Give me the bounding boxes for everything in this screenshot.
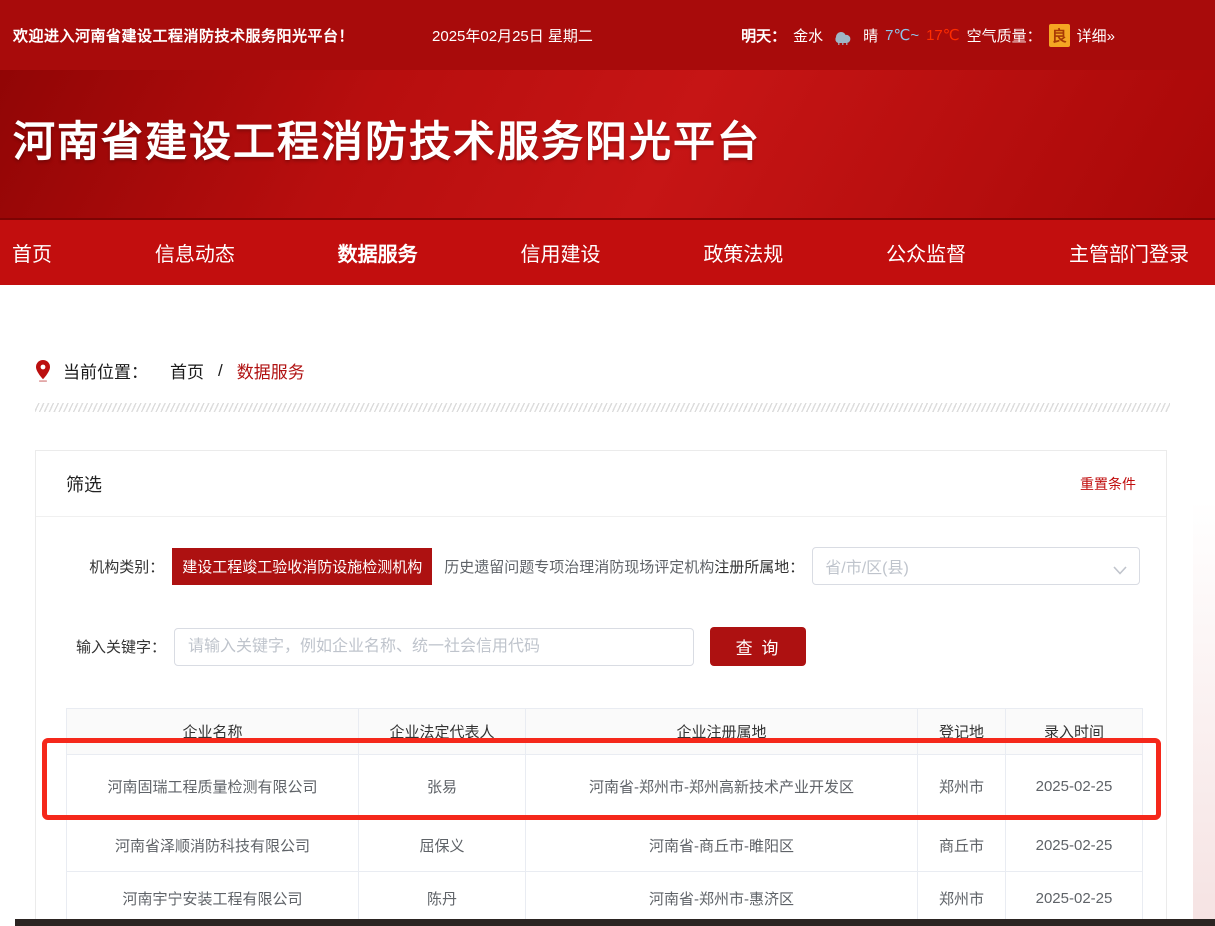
cell-legal-rep: 陈丹 xyxy=(359,872,526,925)
nav-item-news[interactable]: 信息动态 xyxy=(155,238,235,267)
slash-pattern-divider xyxy=(35,403,1170,412)
category-label: 机构类别： xyxy=(36,556,164,577)
nav-item-home[interactable]: 首页 xyxy=(12,238,52,267)
region-select-placeholder: 省/市/区(县) xyxy=(825,554,909,578)
cell-entry-date: 2025-02-25 xyxy=(1006,755,1143,819)
site-banner: 河南省建设工程消防技术服务阳光平台 xyxy=(0,70,1215,218)
keyword-label: 输入关键字： xyxy=(36,636,166,657)
cell-registered-location: 河南省-郑州市-郑州高新技术产业开发区 xyxy=(526,755,918,819)
air-quality-label: 空气质量： xyxy=(967,25,1042,46)
right-edge-gradient xyxy=(1193,500,1215,919)
nav-item-data-service[interactable]: 数据服务 xyxy=(338,238,418,267)
category-filter-row: 机构类别： 建设工程竣工验收消防设施检测机构 历史遗留问题专项治理消防现场评定机… xyxy=(36,547,1168,585)
weather-tomorrow-label: 明天： xyxy=(741,25,786,46)
cell-registry-city: 商丘市 xyxy=(918,819,1006,872)
cell-company-name: 河南固瑞工程质量检测有限公司 xyxy=(67,755,359,819)
chevron-down-icon xyxy=(1113,562,1127,571)
cell-entry-date: 2025-02-25 xyxy=(1006,819,1143,872)
weather-temp-high: 17℃ xyxy=(926,26,960,44)
cell-registered-location: 河南省-郑州市-惠济区 xyxy=(526,872,918,925)
weather-city: 金水 xyxy=(793,25,823,46)
main-nav: 首页 信息动态 数据服务 信用建设 政策法规 公众监督 主管部门登录 xyxy=(0,218,1215,285)
col-header-registry-city: 登记地 xyxy=(918,709,1006,755)
reset-filters-link[interactable]: 重置条件 xyxy=(1080,474,1136,494)
footer-top-edge xyxy=(15,919,1215,926)
weather-detail-link[interactable]: 详细» xyxy=(1077,25,1115,46)
nav-item-authority-login[interactable]: 主管部门登录 xyxy=(1069,238,1189,267)
filter-panel-header: 筛选 重置条件 xyxy=(36,451,1166,517)
region-label: 注册所属地： xyxy=(714,556,804,577)
top-info-bar: 欢迎进入河南省建设工程消防技术服务阳光平台！ 2025年02月25日 星期二 明… xyxy=(0,0,1215,70)
cell-company-name: 河南省泽顺消防科技有限公司 xyxy=(67,819,359,872)
weather-condition: 晴 xyxy=(863,25,878,46)
location-pin-icon xyxy=(35,360,51,382)
air-quality-badge: 良 xyxy=(1049,24,1070,47)
cell-legal-rep: 张易 xyxy=(359,755,526,819)
weather-temp-low: 7℃~ xyxy=(885,26,919,44)
filter-panel: 筛选 重置条件 机构类别： 建设工程竣工验收消防设施检测机构 历史遗留问题专项治… xyxy=(35,450,1167,926)
weather-cloud-icon xyxy=(830,25,856,45)
region-select[interactable]: 省/市/区(县) xyxy=(812,547,1140,585)
breadcrumb-home[interactable]: 首页 xyxy=(170,358,204,383)
table-row[interactable]: 河南宇宁安装工程有限公司 陈丹 河南省-郑州市-惠济区 郑州市 2025-02-… xyxy=(67,872,1143,925)
table-header-row: 企业名称 企业法定代表人 企业注册属地 登记地 录入时间 xyxy=(67,709,1143,755)
cell-legal-rep: 屈保义 xyxy=(359,819,526,872)
breadcrumb: 当前位置： 首页 / 数据服务 xyxy=(35,358,305,383)
filter-title: 筛选 xyxy=(66,471,102,497)
table-row[interactable]: 河南固瑞工程质量检测有限公司 张易 河南省-郑州市-郑州高新技术产业开发区 郑州… xyxy=(67,755,1143,819)
site-title: 河南省建设工程消防技术服务阳光平台 xyxy=(13,108,761,169)
welcome-text: 欢迎进入河南省建设工程消防技术服务阳光平台！ xyxy=(13,25,354,46)
cell-company-name: 河南宇宁安装工程有限公司 xyxy=(67,872,359,925)
col-header-company-name: 企业名称 xyxy=(67,709,359,755)
category-option-inactive[interactable]: 历史遗留问题专项治理消防现场评定机构 xyxy=(444,556,714,577)
table-row[interactable]: 河南省泽顺消防科技有限公司 屈保义 河南省-商丘市-睢阳区 商丘市 2025-0… xyxy=(67,819,1143,872)
breadcrumb-current: 数据服务 xyxy=(237,358,305,383)
col-header-legal-rep: 企业法定代表人 xyxy=(359,709,526,755)
company-table: 企业名称 企业法定代表人 企业注册属地 登记地 录入时间 河南固瑞工程质量检测有… xyxy=(66,708,1143,925)
weather-widget: 明天： 金水 晴 7℃~ 17℃ 空气质量： 良 详细» xyxy=(741,24,1115,47)
nav-item-supervision[interactable]: 公众监督 xyxy=(886,238,966,267)
nav-item-credit[interactable]: 信用建设 xyxy=(520,238,600,267)
keyword-input[interactable] xyxy=(174,628,694,666)
col-header-registered-location: 企业注册属地 xyxy=(526,709,918,755)
cell-registry-city: 郑州市 xyxy=(918,872,1006,925)
breadcrumb-label: 当前位置： xyxy=(63,358,148,383)
keyword-filter-row: 输入关键字： 查 询 xyxy=(36,627,1168,666)
cell-registered-location: 河南省-商丘市-睢阳区 xyxy=(526,819,918,872)
nav-item-policy[interactable]: 政策法规 xyxy=(703,238,783,267)
breadcrumb-separator: / xyxy=(218,361,223,381)
search-button[interactable]: 查 询 xyxy=(710,627,806,666)
current-date: 2025年02月25日 星期二 xyxy=(432,25,593,46)
cell-entry-date: 2025-02-25 xyxy=(1006,872,1143,925)
col-header-entry-date: 录入时间 xyxy=(1006,709,1143,755)
category-option-active[interactable]: 建设工程竣工验收消防设施检测机构 xyxy=(172,548,432,585)
cell-registry-city: 郑州市 xyxy=(918,755,1006,819)
